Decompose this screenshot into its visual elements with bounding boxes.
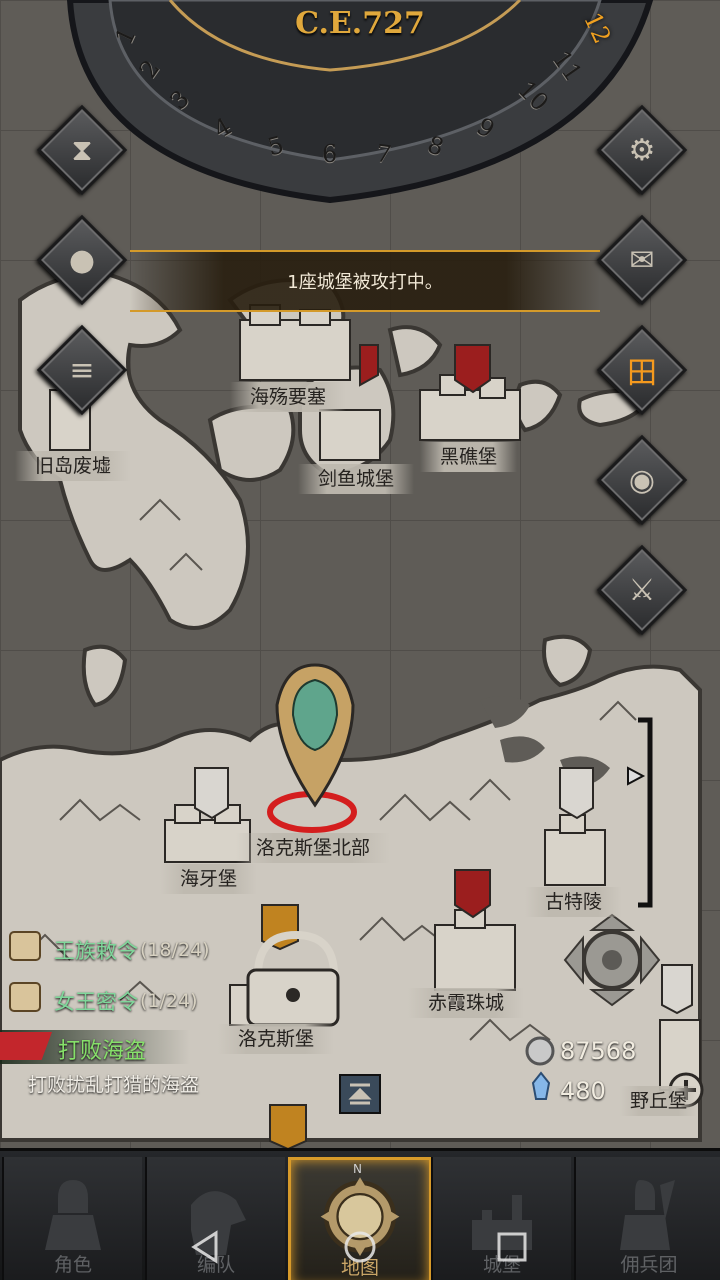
- quest-title: 王族敕令: [54, 939, 138, 963]
- calendar-number: 6: [322, 140, 338, 168]
- money-bag-icon: ●: [68, 242, 96, 278]
- location-yequ[interactable]: 野丘堡: [620, 1086, 698, 1116]
- quest-count: (1/24): [140, 990, 198, 1012]
- helmet-sword-icon: ⚔: [628, 572, 656, 608]
- active-quest[interactable]: 打败海盗: [0, 1030, 190, 1064]
- crossed-swords-icon: [0, 1032, 52, 1060]
- tab-mercenary[interactable]: 佣兵团: [574, 1157, 720, 1280]
- alert-banner[interactable]: 1座城堡被攻打中。: [130, 250, 600, 312]
- tab-character[interactable]: 角色: [2, 1157, 142, 1280]
- mail-icon: ✉: [629, 242, 655, 278]
- scroll-icon: ≡: [69, 352, 95, 388]
- compass-north: N: [353, 1162, 362, 1176]
- gear-icon: ⚙: [628, 132, 656, 168]
- location-luoke[interactable]: 洛克斯堡: [218, 1024, 335, 1054]
- coin-icon: ◉: [628, 462, 656, 498]
- active-quest-title: 打败海盗: [58, 1039, 147, 1064]
- recents-icon[interactable]: [496, 1231, 528, 1263]
- alert-banner-text: 1座城堡被攻打中。: [287, 272, 443, 293]
- crystal-amount: 480: [560, 1077, 606, 1105]
- tab-label: 佣兵团: [620, 1254, 678, 1276]
- quest-count: (18/24): [140, 939, 210, 961]
- location-luoke-north[interactable]: 洛克斯堡北部: [236, 833, 391, 863]
- location-jiudao[interactable]: 旧岛废墟: [15, 451, 132, 481]
- location-haiya[interactable]: 海牙堡: [160, 864, 258, 894]
- bottom-nav: 角色 编队 N 地图 城堡 佣兵团: [0, 1148, 720, 1280]
- location-chixia[interactable]: 赤霞珠城: [408, 988, 525, 1018]
- home-icon[interactable]: [342, 1229, 378, 1265]
- back-icon[interactable]: [190, 1229, 222, 1265]
- quest-queen-order[interactable]: 女王密令 (1/24): [48, 983, 198, 1019]
- quest-royal-decree[interactable]: 王族敕令 (18/24): [48, 932, 210, 968]
- tab-label: 角色: [53, 1254, 92, 1276]
- quest-title: 女王密令: [54, 990, 138, 1014]
- location-haishang[interactable]: 海殇要塞: [230, 382, 347, 412]
- hourglass-icon: ⧗: [71, 132, 93, 168]
- location-jianyu[interactable]: 剑鱼城堡: [298, 464, 415, 494]
- location-heijiao[interactable]: 黑礁堡: [420, 442, 518, 472]
- silver-amount: 87568: [560, 1037, 637, 1065]
- grid-window-icon: 田: [627, 356, 657, 391]
- active-quest-description: 打败扰乱打猎的海盗: [28, 1074, 200, 1096]
- mercenary-icon: [620, 1180, 675, 1250]
- knight-icon: [45, 1180, 101, 1250]
- location-gute[interactable]: 古特陵: [525, 887, 623, 917]
